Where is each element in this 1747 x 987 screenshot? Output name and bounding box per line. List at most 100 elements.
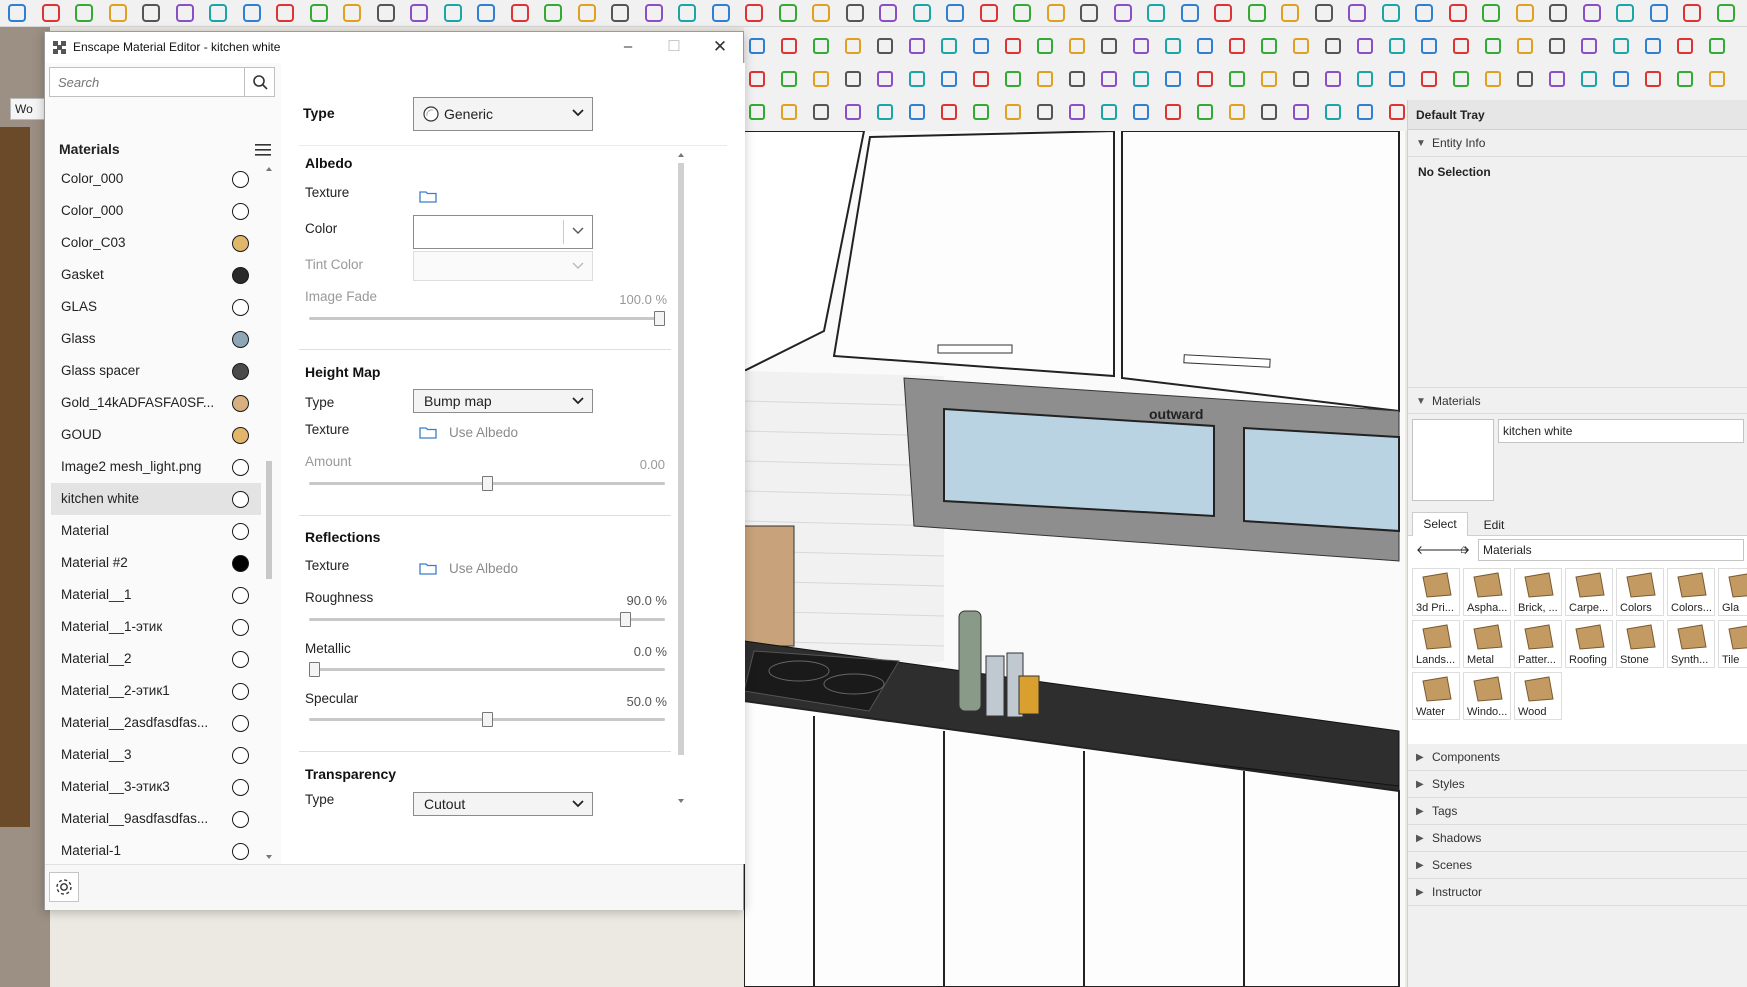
- toolbar-tool-icon[interactable]: [1226, 101, 1248, 123]
- toolbar-tool-icon[interactable]: [743, 2, 765, 24]
- toolbar-tool-icon[interactable]: [1034, 68, 1056, 90]
- toolbar-tool-icon[interactable]: [1706, 35, 1728, 57]
- toolbar-tool-icon[interactable]: [944, 2, 966, 24]
- toolbar-tool-icon[interactable]: [542, 2, 564, 24]
- toolbar-tool-icon[interactable]: [1212, 2, 1234, 24]
- toolbar-tool-icon[interactable]: [1610, 68, 1632, 90]
- material-category-item[interactable]: Aspha...: [1463, 568, 1511, 616]
- toolbar-tool-icon[interactable]: [1614, 2, 1636, 24]
- material-list-item[interactable]: Material__2asdfasdfas...: [51, 707, 261, 739]
- material-list-item[interactable]: Glass: [51, 323, 261, 355]
- tray-section[interactable]: ▶ Components: [1408, 744, 1747, 771]
- toolbar-tool-icon[interactable]: [746, 35, 768, 57]
- toolbar-tool-icon[interactable]: [174, 2, 196, 24]
- material-list-item[interactable]: Color_000: [51, 163, 261, 195]
- toolbar-tool-icon[interactable]: [911, 2, 933, 24]
- toolbar-tool-icon[interactable]: [810, 68, 832, 90]
- toolbar-tool-icon[interactable]: [1098, 101, 1120, 123]
- toolbar-tool-icon[interactable]: [1098, 35, 1120, 57]
- toolbar-tool-icon[interactable]: [1226, 35, 1248, 57]
- toolbar-tool-icon[interactable]: [643, 2, 665, 24]
- tray-section[interactable]: ▶ Tags: [1408, 798, 1747, 825]
- toolbar-tool-icon[interactable]: [1194, 101, 1216, 123]
- settings-button[interactable]: [49, 872, 79, 902]
- toolbar-tool-icon[interactable]: [1179, 2, 1201, 24]
- height-map-type-dropdown[interactable]: Bump map: [413, 389, 593, 413]
- material-list-item[interactable]: GOUD: [51, 419, 261, 451]
- toolbar-tool-icon[interactable]: [442, 2, 464, 24]
- toolbar-tool-icon[interactable]: [1674, 35, 1696, 57]
- toolbar-tool-icon[interactable]: [906, 101, 928, 123]
- toolbar-tool-icon[interactable]: [509, 2, 531, 24]
- image-fade-slider[interactable]: [309, 311, 665, 326]
- minimize-button[interactable]: –: [605, 32, 651, 62]
- toolbar-tool-icon[interactable]: [906, 35, 928, 57]
- material-list-item[interactable]: Material-1: [51, 835, 261, 863]
- material-list-item[interactable]: Gold_14kADFASFA0SF...: [51, 387, 261, 419]
- material-list-item[interactable]: Material__2: [51, 643, 261, 675]
- entity-info-header[interactable]: ▼ Entity Info: [1408, 130, 1747, 157]
- material-category-item[interactable]: Water: [1412, 672, 1460, 720]
- toolbar-tool-icon[interactable]: [1386, 68, 1408, 90]
- material-list-item[interactable]: GLAS: [51, 291, 261, 323]
- toolbar-tool-icon[interactable]: [1386, 101, 1408, 123]
- toolbar-tool-icon[interactable]: [1066, 101, 1088, 123]
- toolbar-tool-icon[interactable]: [1002, 68, 1024, 90]
- toolbar-tool-icon[interactable]: [1547, 2, 1569, 24]
- toolbar-tool-icon[interactable]: [6, 2, 28, 24]
- toolbar-tool-icon[interactable]: [877, 2, 899, 24]
- toolbar-tool-icon[interactable]: [408, 2, 430, 24]
- folder-icon[interactable]: [419, 425, 437, 439]
- material-list-scrollbar[interactable]: [263, 163, 275, 863]
- toolbar-tool-icon[interactable]: [970, 68, 992, 90]
- toolbar-tool-icon[interactable]: [1581, 2, 1603, 24]
- tray-section[interactable]: ▶ Styles: [1408, 771, 1747, 798]
- toolbar-tool-icon[interactable]: [842, 68, 864, 90]
- toolbar-tool-icon[interactable]: [978, 2, 1000, 24]
- 3d-viewport[interactable]: outward: [744, 131, 1405, 987]
- material-category-item[interactable]: Brick, ...: [1514, 568, 1562, 616]
- material-category-item[interactable]: Carpe...: [1565, 568, 1613, 616]
- toolbar-tool-icon[interactable]: [1578, 68, 1600, 90]
- specular-slider[interactable]: [309, 712, 665, 727]
- toolbar-tool-icon[interactable]: [1258, 35, 1280, 57]
- reflections-texture-value[interactable]: Use Albedo: [449, 561, 518, 576]
- maximize-button[interactable]: ☐: [651, 32, 697, 62]
- toolbar-tool-icon[interactable]: [1413, 2, 1435, 24]
- search-input[interactable]: [50, 68, 240, 96]
- toolbar-tool-icon[interactable]: [1386, 35, 1408, 57]
- toolbar-tool-icon[interactable]: [1482, 35, 1504, 57]
- toolbar-tool-icon[interactable]: [73, 2, 95, 24]
- material-category-item[interactable]: Patter...: [1514, 620, 1562, 668]
- material-name-field[interactable]: kitchen white: [1498, 419, 1744, 443]
- toolbar-tool-icon[interactable]: [777, 2, 799, 24]
- toolbar-tool-icon[interactable]: [1290, 35, 1312, 57]
- toolbar-tool-icon[interactable]: [970, 101, 992, 123]
- toolbar-tool-icon[interactable]: [341, 2, 363, 24]
- toolbar-tool-icon[interactable]: [1322, 35, 1344, 57]
- toolbar-tool-icon[interactable]: [1162, 68, 1184, 90]
- close-button[interactable]: ✕: [697, 32, 743, 62]
- material-category-item[interactable]: 3d Pri...: [1412, 568, 1460, 616]
- toolbar-tool-icon[interactable]: [1112, 2, 1134, 24]
- slider-thumb[interactable]: [309, 662, 320, 677]
- toolbar-tool-icon[interactable]: [576, 2, 598, 24]
- material-category-item[interactable]: Stone: [1616, 620, 1664, 668]
- toolbar-tool-icon[interactable]: [874, 35, 896, 57]
- toolbar-tool-icon[interactable]: [1681, 2, 1703, 24]
- tab-edit[interactable]: Edit: [1470, 514, 1518, 536]
- toolbar-tool-icon[interactable]: [1098, 68, 1120, 90]
- folder-icon[interactable]: [419, 561, 437, 575]
- material-category-item[interactable]: Synth...: [1667, 620, 1715, 668]
- toolbar-tool-icon[interactable]: [1066, 68, 1088, 90]
- toolbar-tool-icon[interactable]: [1226, 68, 1248, 90]
- toolbar-tool-icon[interactable]: [1546, 35, 1568, 57]
- toolbar-tool-icon[interactable]: [475, 2, 497, 24]
- toolbar-tool-icon[interactable]: [938, 35, 960, 57]
- toolbar-tool-icon[interactable]: [1715, 2, 1737, 24]
- slider-thumb[interactable]: [482, 712, 493, 727]
- library-dropdown[interactable]: Materials: [1478, 539, 1744, 561]
- toolbar-tool-icon[interactable]: [1354, 35, 1376, 57]
- toolbar-tool-icon[interactable]: [140, 2, 162, 24]
- toolbar-tool-icon[interactable]: [1130, 101, 1152, 123]
